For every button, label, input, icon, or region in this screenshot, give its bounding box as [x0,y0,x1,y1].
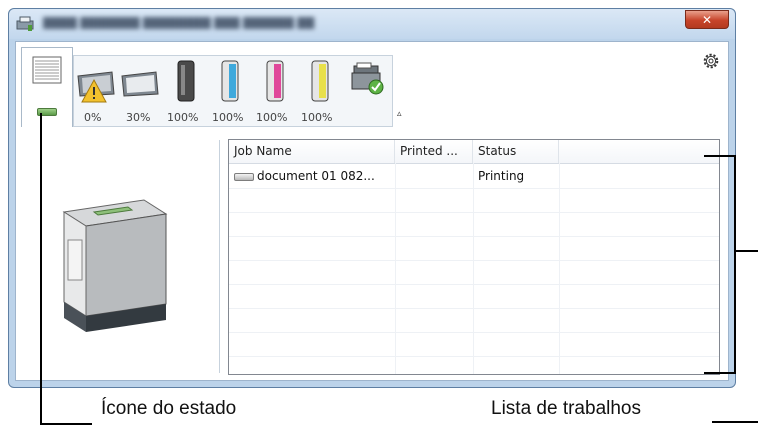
tab-jobs[interactable] [21,47,73,127]
job-status-icon [234,172,254,181]
job-list-label: Lista de trabalhos [491,398,641,419]
document-stack-icon [32,56,62,84]
table-row [229,188,719,213]
paper-level-1: 0% [84,111,102,124]
toner-level-magenta: 100% [256,111,288,124]
client-area: 0% 30% 100% 100% 100% 100% ▵ Job Name Pr… [15,41,729,381]
job-list-header: Job Name Printed ... Status [229,140,719,164]
toner-level-cyan: 100% [212,111,244,124]
mfp-ok-icon[interactable] [350,60,386,96]
job-list-leader-line [712,421,758,423]
paper-level-2: 30% [126,111,151,124]
collapse-icon[interactable]: ▵ [397,109,402,119]
job-list[interactable]: Job Name Printed ... Status document 01 … [228,139,720,375]
status-monitor-window: ████ ███████ ████████ ███ ██████ ██ ✕ 0%… [8,8,736,388]
table-row [229,332,719,357]
status-icon-leader-line [40,113,42,425]
toner-yellow-icon[interactable] [309,59,331,105]
table-row [229,308,719,333]
toner-level-yellow: 100% [301,111,333,124]
table-row [229,260,719,285]
table-row [229,212,719,237]
toner-cyan-icon[interactable] [219,59,241,105]
close-button[interactable]: ✕ [685,10,729,29]
toner-black-icon[interactable] [175,59,197,105]
close-icon: ✕ [701,12,713,27]
window-title-blurred: ████ ███████ ████████ ███ ██████ ██ [43,17,315,29]
job-list-bracket [736,250,758,252]
table-row [229,236,719,261]
job-list-bracket [734,155,736,374]
printer-image [62,199,168,332]
job-name-cell: document 01 082... [229,164,395,188]
status-icon-label: Ícone do estado [101,398,237,419]
job-printed [395,164,473,188]
table-row [229,284,719,309]
title-bar[interactable]: ████ ███████ ████████ ███ ██████ ██ ✕ [9,9,735,39]
toner-magenta-icon[interactable] [264,59,286,105]
paper-tray-icon[interactable] [120,64,160,104]
paper-tray-warning-icon[interactable] [76,64,116,104]
column-printed[interactable]: Printed ... [395,140,473,163]
printer-app-icon [16,16,34,31]
table-row[interactable]: document 01 082... Printing [229,164,719,189]
job-name: document 01 082... [257,169,375,183]
gear-icon[interactable] [702,52,720,70]
column-job-name[interactable]: Job Name [229,140,395,163]
column-status[interactable]: Status [473,140,559,163]
job-status: Printing [478,169,525,183]
toner-level-black: 100% [167,111,199,124]
job-list-bracket [704,155,736,157]
job-list-bracket [704,372,736,374]
panel-divider [219,140,220,373]
